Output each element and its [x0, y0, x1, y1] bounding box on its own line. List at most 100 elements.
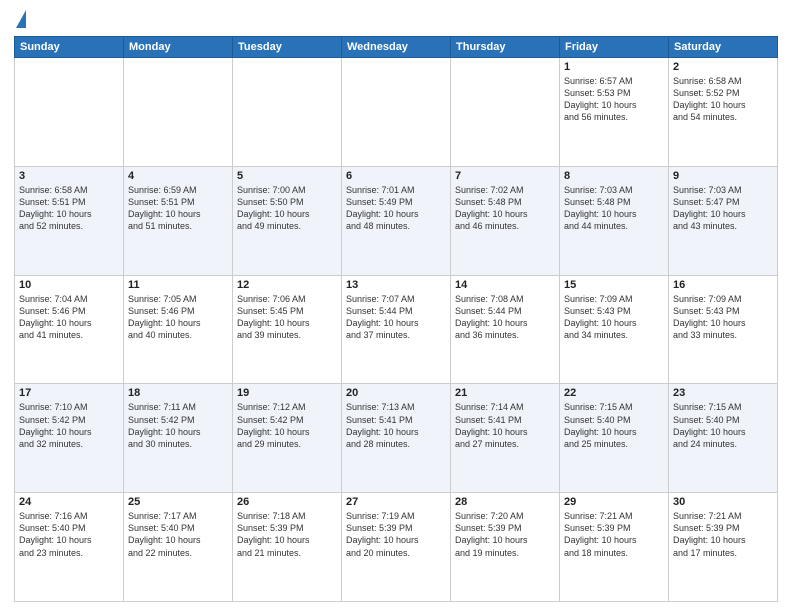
day-number: 19	[237, 387, 337, 399]
page: SundayMondayTuesdayWednesdayThursdayFrid…	[0, 0, 792, 612]
logo	[14, 10, 26, 28]
calendar-cell: 23Sunrise: 7:15 AM Sunset: 5:40 PM Dayli…	[669, 384, 778, 493]
day-number: 17	[19, 387, 119, 399]
day-number: 23	[673, 387, 773, 399]
day-info: Sunrise: 7:21 AM Sunset: 5:39 PM Dayligh…	[673, 510, 773, 559]
day-info: Sunrise: 7:05 AM Sunset: 5:46 PM Dayligh…	[128, 293, 228, 342]
day-info: Sunrise: 7:06 AM Sunset: 5:45 PM Dayligh…	[237, 293, 337, 342]
calendar-cell: 25 Sunrise: 7:17 AM Sunset: 5:40 PM Dayli…	[124, 493, 233, 602]
day-info: Sunrise: 7:12 AM Sunset: 5:42 PM Dayligh…	[237, 401, 337, 450]
day-number: 16	[673, 279, 773, 291]
day-info: Sunrise: 7:00 AM Sunset: 5:50 PM Dayligh…	[237, 184, 337, 233]
calendar-cell: 3 Sunrise: 6:58 AM Sunset: 5:51 PM Daylig…	[15, 166, 124, 275]
calendar-cell: 6 Sunrise: 7:01 AM Sunset: 5:49 PM Daylig…	[342, 166, 451, 275]
day-info: Sunrise: 7:01 AM Sunset: 5:49 PM Dayligh…	[346, 184, 446, 233]
calendar-cell: 13 Sunrise: 7:07 AM Sunset: 5:44 PM Dayli…	[342, 275, 451, 384]
calendar-cell: 18Sunrise: 7:11 AM Sunset: 5:42 PM Dayli…	[124, 384, 233, 493]
day-number: 30	[673, 496, 773, 508]
day-number: 11	[128, 279, 228, 291]
day-info: Sunrise: 7:21 AM Sunset: 5:39 PM Dayligh…	[564, 510, 664, 559]
day-info: Sunrise: 7:07 AM Sunset: 5:44 PM Dayligh…	[346, 293, 446, 342]
calendar-cell: 14 Sunrise: 7:08 AM Sunset: 5:44 PM Dayli…	[451, 275, 560, 384]
calendar-cell: 15 Sunrise: 7:09 AM Sunset: 5:43 PM Dayli…	[560, 275, 669, 384]
day-info: Sunrise: 6:58 AM Sunset: 5:52 PM Dayligh…	[673, 75, 773, 124]
day-info: Sunrise: 7:15 AM Sunset: 5:40 PM Dayligh…	[564, 401, 664, 450]
calendar-cell: 20 Sunrise: 7:13 AM Sunset: 5:41 PM Dayli…	[342, 384, 451, 493]
calendar-cell: 8Sunrise: 7:03 AM Sunset: 5:48 PM Daylig…	[560, 166, 669, 275]
day-info: Sunrise: 7:11 AM Sunset: 5:42 PM Dayligh…	[128, 401, 228, 450]
day-info: Sunrise: 7:17 AM Sunset: 5:40 PM Dayligh…	[128, 510, 228, 559]
calendar-col-saturday: Saturday	[669, 37, 778, 58]
day-info: Sunrise: 7:03 AM Sunset: 5:48 PM Dayligh…	[564, 184, 664, 233]
calendar-col-thursday: Thursday	[451, 37, 560, 58]
day-number: 2	[673, 61, 773, 73]
day-number: 14	[455, 279, 555, 291]
day-info: Sunrise: 7:08 AM Sunset: 5:44 PM Dayligh…	[455, 293, 555, 342]
day-info: Sunrise: 7:04 AM Sunset: 5:46 PM Dayligh…	[19, 293, 119, 342]
day-number: 5	[237, 170, 337, 182]
calendar-cell: 26 Sunrise: 7:18 AM Sunset: 5:39 PM Dayli…	[233, 493, 342, 602]
day-number: 13	[346, 279, 446, 291]
calendar-week-row: 10 Sunrise: 7:04 AM Sunset: 5:46 PM Dayli…	[15, 275, 778, 384]
day-info: Sunrise: 7:19 AM Sunset: 5:39 PM Dayligh…	[346, 510, 446, 559]
calendar-cell	[233, 58, 342, 167]
day-number: 9	[673, 170, 773, 182]
calendar-header-row: SundayMondayTuesdayWednesdayThursdayFrid…	[15, 37, 778, 58]
calendar-cell	[124, 58, 233, 167]
calendar-week-row: 24Sunrise: 7:16 AM Sunset: 5:40 PM Dayli…	[15, 493, 778, 602]
day-info: Sunrise: 7:09 AM Sunset: 5:43 PM Dayligh…	[564, 293, 664, 342]
header	[14, 10, 778, 28]
day-number: 22	[564, 387, 664, 399]
day-number: 29	[564, 496, 664, 508]
calendar-col-wednesday: Wednesday	[342, 37, 451, 58]
calendar-cell: 2 Sunrise: 6:58 AM Sunset: 5:52 PM Daylig…	[669, 58, 778, 167]
calendar-cell	[15, 58, 124, 167]
day-info: Sunrise: 6:58 AM Sunset: 5:51 PM Dayligh…	[19, 184, 119, 233]
day-number: 21	[455, 387, 555, 399]
logo-triangle-icon	[16, 10, 26, 28]
calendar-cell: 10 Sunrise: 7:04 AM Sunset: 5:46 PM Dayli…	[15, 275, 124, 384]
calendar-table: SundayMondayTuesdayWednesdayThursdayFrid…	[14, 36, 778, 602]
calendar-cell: 29 Sunrise: 7:21 AM Sunset: 5:39 PM Dayli…	[560, 493, 669, 602]
calendar-cell: 16Sunrise: 7:09 AM Sunset: 5:43 PM Dayli…	[669, 275, 778, 384]
calendar-cell: 24Sunrise: 7:16 AM Sunset: 5:40 PM Dayli…	[15, 493, 124, 602]
day-number: 26	[237, 496, 337, 508]
day-number: 3	[19, 170, 119, 182]
day-number: 27	[346, 496, 446, 508]
calendar-cell: 12 Sunrise: 7:06 AM Sunset: 5:45 PM Dayli…	[233, 275, 342, 384]
calendar-cell: 5 Sunrise: 7:00 AM Sunset: 5:50 PM Daylig…	[233, 166, 342, 275]
day-number: 7	[455, 170, 555, 182]
day-info: Sunrise: 6:57 AM Sunset: 5:53 PM Dayligh…	[564, 75, 664, 124]
calendar-cell: 1 Sunrise: 6:57 AM Sunset: 5:53 PM Daylig…	[560, 58, 669, 167]
day-number: 4	[128, 170, 228, 182]
calendar-cell: 28 Sunrise: 7:20 AM Sunset: 5:39 PM Dayli…	[451, 493, 560, 602]
day-info: Sunrise: 7:20 AM Sunset: 5:39 PM Dayligh…	[455, 510, 555, 559]
day-info: Sunrise: 7:18 AM Sunset: 5:39 PM Dayligh…	[237, 510, 337, 559]
calendar-cell	[342, 58, 451, 167]
day-number: 12	[237, 279, 337, 291]
calendar-cell: 22 Sunrise: 7:15 AM Sunset: 5:40 PM Dayli…	[560, 384, 669, 493]
day-number: 6	[346, 170, 446, 182]
day-info: Sunrise: 7:02 AM Sunset: 5:48 PM Dayligh…	[455, 184, 555, 233]
day-number: 1	[564, 61, 664, 73]
day-number: 15	[564, 279, 664, 291]
calendar-week-row: 17 Sunrise: 7:10 AM Sunset: 5:42 PM Dayli…	[15, 384, 778, 493]
calendar-cell: 19 Sunrise: 7:12 AM Sunset: 5:42 PM Dayli…	[233, 384, 342, 493]
calendar-col-tuesday: Tuesday	[233, 37, 342, 58]
day-info: Sunrise: 7:13 AM Sunset: 5:41 PM Dayligh…	[346, 401, 446, 450]
calendar-week-row: 1 Sunrise: 6:57 AM Sunset: 5:53 PM Daylig…	[15, 58, 778, 167]
day-info: Sunrise: 6:59 AM Sunset: 5:51 PM Dayligh…	[128, 184, 228, 233]
calendar-cell: 7 Sunrise: 7:02 AM Sunset: 5:48 PM Daylig…	[451, 166, 560, 275]
calendar-cell: 9 Sunrise: 7:03 AM Sunset: 5:47 PM Daylig…	[669, 166, 778, 275]
day-number: 25	[128, 496, 228, 508]
day-number: 28	[455, 496, 555, 508]
day-number: 20	[346, 387, 446, 399]
day-number: 10	[19, 279, 119, 291]
calendar-week-row: 3 Sunrise: 6:58 AM Sunset: 5:51 PM Daylig…	[15, 166, 778, 275]
calendar-cell: 30 Sunrise: 7:21 AM Sunset: 5:39 PM Dayli…	[669, 493, 778, 602]
day-info: Sunrise: 7:16 AM Sunset: 5:40 PM Dayligh…	[19, 510, 119, 559]
day-info: Sunrise: 7:10 AM Sunset: 5:42 PM Dayligh…	[19, 401, 119, 450]
day-info: Sunrise: 7:03 AM Sunset: 5:47 PM Dayligh…	[673, 184, 773, 233]
calendar-cell: 21Sunrise: 7:14 AM Sunset: 5:41 PM Dayli…	[451, 384, 560, 493]
calendar-cell: 4 Sunrise: 6:59 AM Sunset: 5:51 PM Daylig…	[124, 166, 233, 275]
